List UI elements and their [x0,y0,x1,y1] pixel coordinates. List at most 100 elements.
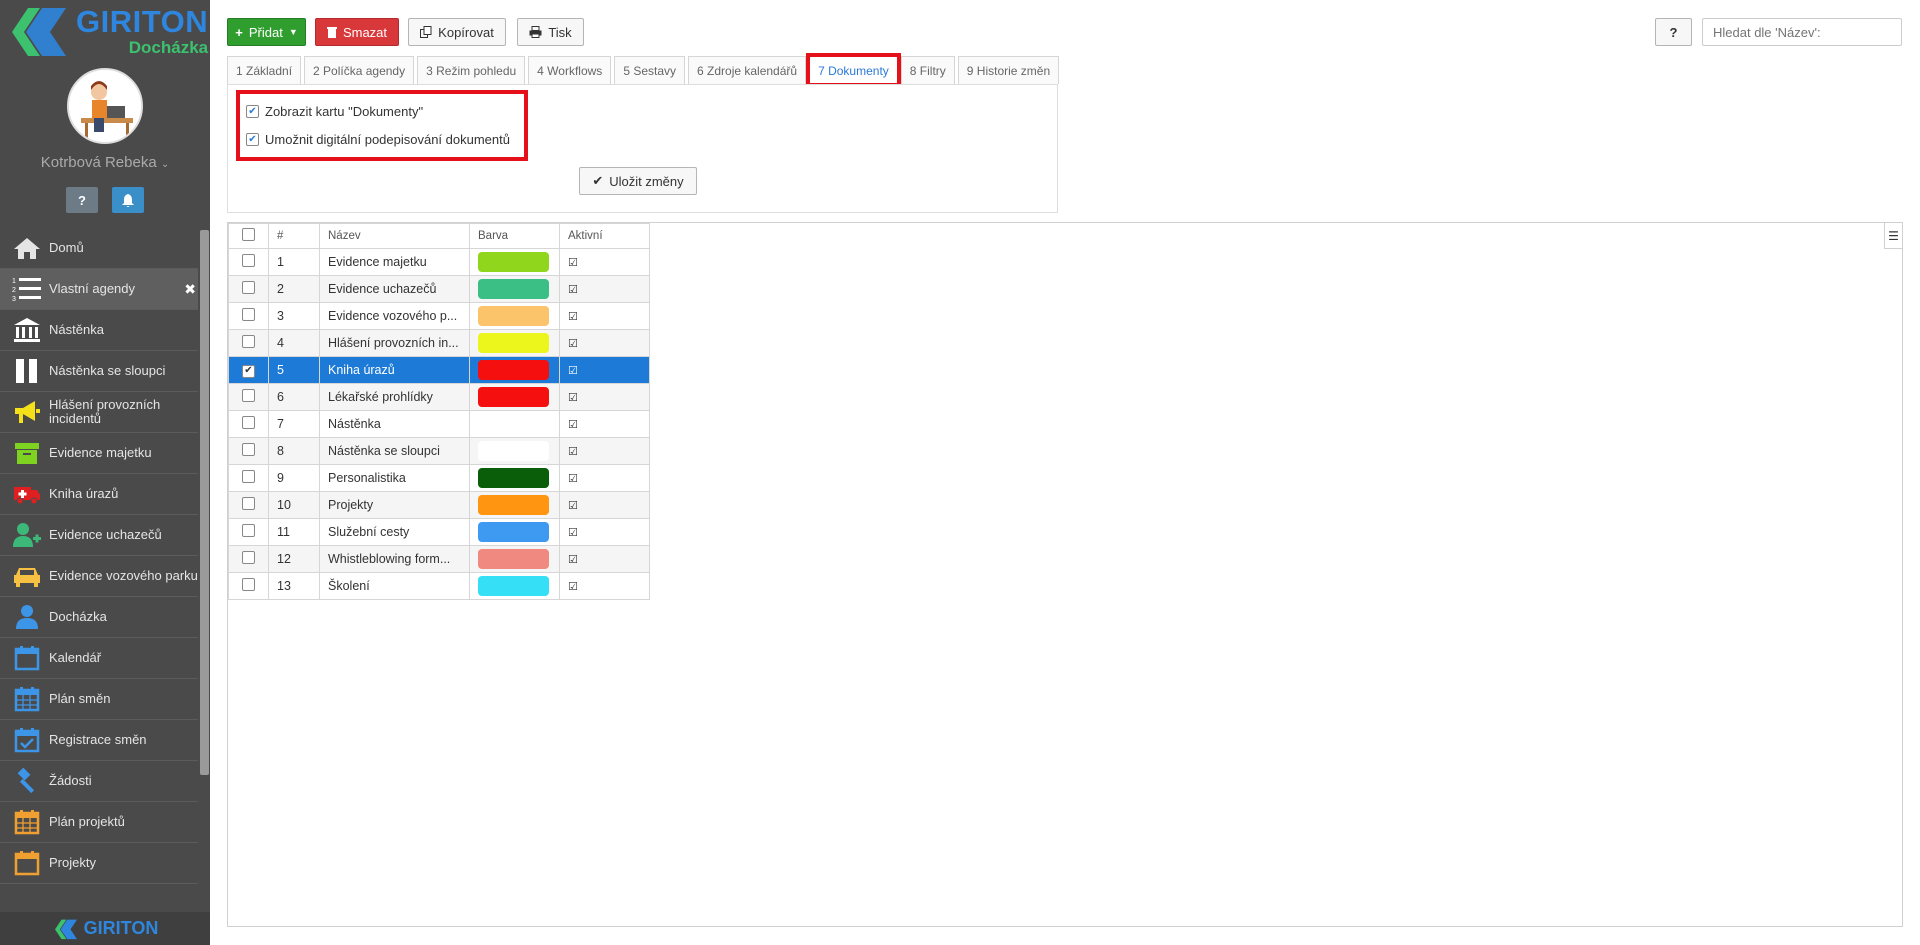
table-row[interactable]: 9 Personalistika ☑ [228,464,650,492]
search-input[interactable] [1702,18,1902,46]
sidebar-item-projekty[interactable]: Projekty [0,843,198,884]
row-checkbox[interactable] [242,578,255,591]
column-header-name[interactable]: Název [319,223,470,249]
row-checkbox[interactable] [242,254,255,267]
grid-menu-button[interactable]: ☰ [1884,223,1902,249]
help-button[interactable]: ? [1655,18,1692,46]
row-color-cell [469,545,560,573]
table-row[interactable]: 3 Evidence vozového p... ☑ [228,302,650,330]
table-row[interactable]: 13 Školení ☑ [228,572,650,600]
check-square-icon: ☑ [568,446,578,458]
tab-5[interactable]: 5 Sestavy [614,56,686,84]
row-name: Lékařské prohlídky [319,383,470,411]
help-button[interactable]: ? [66,187,98,213]
notifications-button[interactable] [112,187,144,213]
sidebar-item-evidence-vozoveho-parku[interactable]: Evidence vozového parku [0,556,198,597]
table-row[interactable]: 11 Služební cesty ☑ [228,518,650,546]
row-checkbox[interactable]: ✔ [242,364,255,378]
check-square-icon: ☑ [568,338,578,350]
tab-6[interactable]: 6 Zdroje kalendářů [688,56,807,84]
bell-icon [122,193,134,207]
sidebar-item-vlastni-agendy[interactable]: 1 2 3 Vlastní agendy ✖ [0,269,198,310]
sidebar-item-label: Žádosti [49,773,92,788]
close-icon[interactable]: ✖ [184,281,196,298]
row-checkbox[interactable] [242,308,255,321]
bottom-logo[interactable]: GIRITON [0,912,210,945]
save-changes-button[interactable]: ✔ Uložit změny [579,167,697,195]
row-checkbox[interactable] [242,524,255,537]
delete-button[interactable]: Smazat [315,18,399,46]
tab-1[interactable]: 1 Základní [227,56,302,84]
table-row[interactable]: 7 Nástěnka ☑ [228,410,650,438]
check-square-icon: ☑ [568,500,578,512]
column-header-color[interactable]: Barva [469,223,560,249]
tab-9[interactable]: 9 Historie změn [957,56,1060,84]
tab-8[interactable]: 8 Filtry [900,56,955,84]
tab-7[interactable]: 7 Dokumenty [806,53,901,87]
row-checkbox[interactable] [242,551,255,564]
show-documents-tab-checkbox[interactable]: ✔ [246,105,259,118]
sidebar-scrollbar[interactable] [200,230,209,775]
copy-button[interactable]: Kopírovat [408,18,506,46]
row-select-cell [228,302,269,330]
row-number: 7 [268,410,320,438]
sidebar-item-evidence-majetku[interactable]: Evidence majetku [0,433,198,474]
sidebar-item-zadosti[interactable]: Žádosti [0,761,198,802]
row-checkbox[interactable] [242,389,255,402]
sidebar-item-label: Domů [49,240,84,255]
table-row[interactable]: 4 Hlášení provozních in... ☑ [228,329,650,357]
tab-2[interactable]: 2 Políčka agendy [304,56,415,84]
sidebar-item-kalendar[interactable]: Kalendář [0,638,198,679]
row-checkbox[interactable] [242,335,255,348]
sidebar-item-hlaseni-provoznich-incidentu[interactable]: Hlášení provozních incidentů [0,392,198,433]
app-logo[interactable]: GIRITON Docházka [0,0,210,62]
show-documents-tab-option[interactable]: ✔ Zobrazit kartu "Dokumenty" [246,104,423,119]
trash-icon [326,27,337,38]
sidebar-item-evidence-uchazecu[interactable]: Evidence uchazečů [0,515,198,556]
user-menu[interactable]: Kotrbová Rebeka ⌄ [0,154,210,171]
avatar[interactable] [67,68,143,144]
table-row[interactable]: 1 Evidence majetku ☑ [228,248,650,276]
digital-signing-option[interactable]: ✔ Umožnit digitální podepisování dokumen… [246,132,510,147]
sidebar-item-label: Hlášení provozních incidentů [49,397,161,426]
gavel-icon [12,766,42,796]
color-swatch [478,414,549,434]
table-row[interactable]: 8 Nástěnka se sloupci ☑ [228,437,650,465]
column-header-num[interactable]: # [268,223,320,249]
row-checkbox[interactable] [242,281,255,294]
print-button[interactable]: Tisk [517,18,584,46]
select-all-checkbox[interactable] [242,228,255,241]
brand-subtitle: Docházka [128,38,209,57]
plus-icon: + [235,24,243,40]
row-number: 1 [268,248,320,276]
table-row[interactable]: 2 Evidence uchazečů ☑ [228,275,650,303]
sidebar-item-registrace-smen[interactable]: Registrace směn [0,720,198,761]
sidebar-item-nastenka[interactable]: Nástěnka [0,310,198,351]
table-row[interactable]: ✔ 5 Kniha úrazů ☑ [228,356,650,384]
table-row[interactable]: 10 Projekty ☑ [228,491,650,519]
table-row[interactable]: 12 Whistleblowing form... ☑ [228,545,650,573]
digital-signing-checkbox[interactable]: ✔ [246,133,259,146]
tab-3[interactable]: 3 Režim pohledu [417,56,526,84]
row-select-cell [228,329,269,357]
add-button[interactable]: + Přidat ▼ [227,18,306,46]
tab-4[interactable]: 4 Workflows [528,56,612,84]
row-checkbox[interactable] [242,470,255,483]
sidebar-item-kniha-urazu[interactable]: Kniha úrazů [0,474,198,515]
table-row[interactable]: 6 Lékařské prohlídky ☑ [228,383,650,411]
sidebar-item-plan-smen[interactable]: Plán směn [0,679,198,720]
row-checkbox[interactable] [242,443,255,456]
row-checkbox[interactable] [242,416,255,429]
sidebar-item-plan-projektu[interactable]: Plán projektů [0,802,198,843]
print-icon [529,26,542,38]
sidebar-item-dochazka[interactable]: Docházka [0,597,198,638]
user-icon [12,602,42,632]
sidebar-item-nastenka-se-sloupci[interactable]: Nástěnka se sloupci [0,351,198,392]
row-active-cell: ☑ [559,464,650,492]
column-header-active[interactable]: Aktivní [559,223,650,249]
user-name: Kotrbová Rebeka [40,154,157,171]
row-checkbox[interactable] [242,497,255,510]
sidebar-item-domu[interactable]: Domů [0,228,198,269]
check-square-icon: ☑ [568,392,578,404]
row-name: Školení [319,572,470,600]
